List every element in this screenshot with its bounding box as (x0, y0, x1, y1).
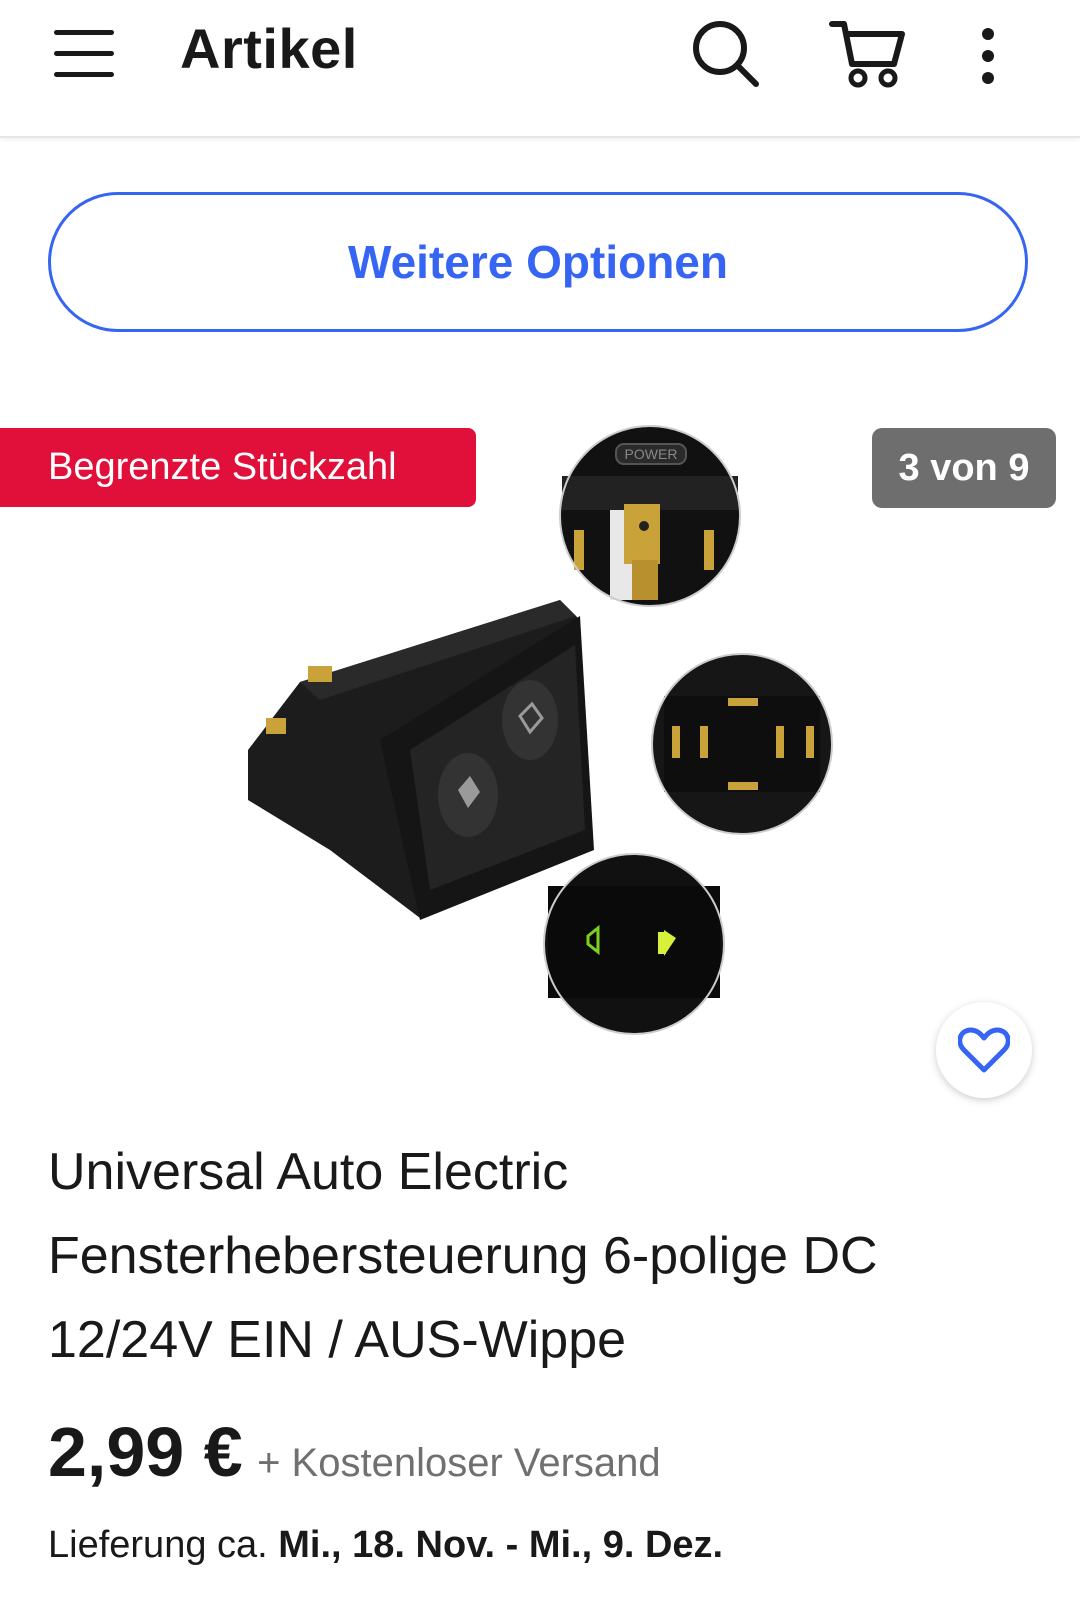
more-vertical-icon[interactable] (978, 28, 998, 89)
limited-quantity-badge: Begrenzte Stückzahl (0, 428, 476, 507)
hamburger-menu-icon[interactable] (54, 26, 114, 82)
detail-image-led (543, 853, 725, 1035)
detail-image-connector: POWER (559, 425, 741, 607)
page-title: Artikel (180, 17, 358, 80)
cart-icon[interactable] (828, 18, 908, 95)
price-row: 2,99 € + Kostenloser Versand (48, 1412, 661, 1492)
favorite-button[interactable] (936, 1002, 1032, 1098)
product-title: Universal Auto Electric Fensterhebersteu… (48, 1143, 878, 1369)
image-counter-badge: 3 von 9 (872, 428, 1056, 508)
delivery-dates: Mi., 18. Nov. - Mi., 9. Dez. (278, 1524, 724, 1566)
image-gallery[interactable]: POWER (0, 420, 1080, 1100)
delivery-estimate: Lieferung ca. Mi., 18. Nov. - Mi., 9. De… (48, 1524, 723, 1567)
heart-icon (958, 1027, 1010, 1073)
product-image: POWER (248, 425, 833, 1035)
price: 2,99 € (48, 1413, 243, 1491)
shipping-info: + Kostenloser Versand (257, 1441, 661, 1485)
more-options-button[interactable]: Weitere Optionen (48, 192, 1028, 332)
switch-photo (248, 600, 594, 920)
image-text-power: POWER (625, 446, 678, 462)
app-bar: Artikel (0, 0, 1080, 138)
search-icon[interactable] (690, 18, 762, 95)
detail-image-pins (651, 653, 833, 835)
delivery-label: Lieferung ca. (48, 1524, 268, 1566)
